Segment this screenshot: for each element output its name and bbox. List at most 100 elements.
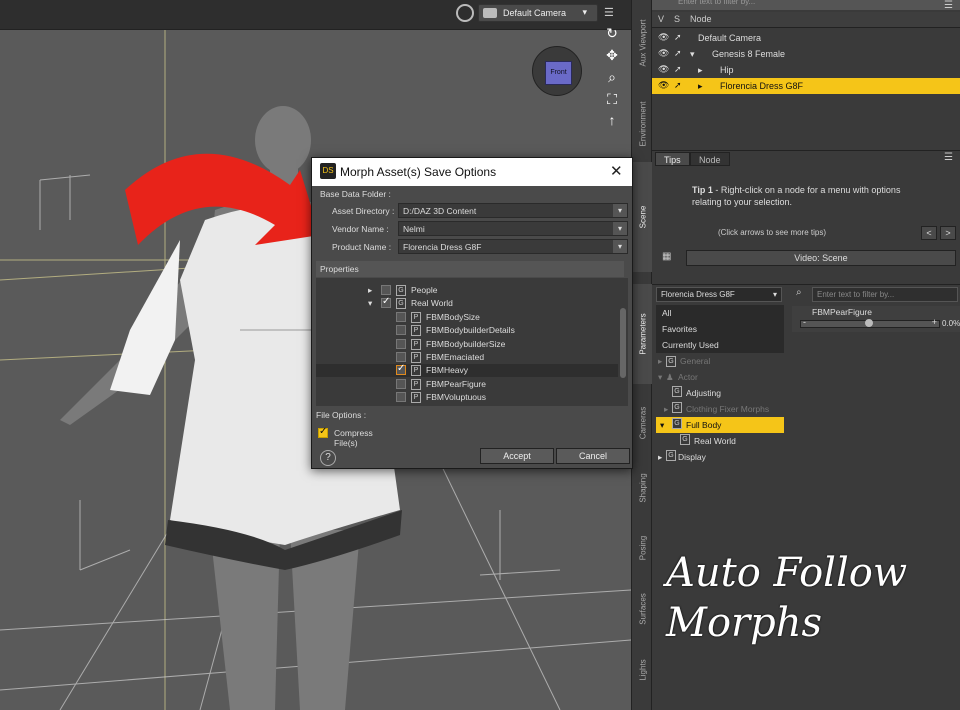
eye-icon[interactable]: 👁 — [658, 32, 669, 43]
compress-checkbox[interactable] — [318, 426, 328, 438]
eye-icon[interactable]: 👁 — [658, 48, 669, 59]
properties-tree[interactable]: ▸GPeople ▾GReal World PFBMBodySize PFBMB… — [316, 278, 628, 406]
node-select-value: Florencia Dress G8F — [661, 290, 735, 299]
frame-icon[interactable]: ⛶ — [603, 90, 621, 108]
accept-button[interactable]: Accept — [480, 448, 554, 464]
pointer-icon[interactable]: ➚ — [674, 80, 682, 91]
tab-aux-viewport[interactable]: Aux Viewport — [632, 0, 653, 85]
scene-node-row-selected[interactable]: 👁 ➚ ▸ Florencia Dress G8F — [652, 78, 960, 94]
checkbox[interactable] — [396, 325, 406, 335]
col-visible[interactable]: V — [658, 14, 664, 24]
view-cube-face[interactable]: Front — [545, 61, 572, 85]
checkbox-checked[interactable] — [381, 296, 391, 308]
tab-node[interactable]: Node — [690, 152, 730, 166]
tab-surfaces[interactable]: Surfaces — [632, 578, 653, 640]
list-item-general[interactable]: ▸ G General — [656, 353, 784, 369]
checkbox-checked[interactable] — [396, 363, 406, 375]
tab-scene[interactable]: Scene — [632, 162, 653, 272]
list-item-currently-used[interactable]: Currently Used — [656, 337, 784, 353]
eye-icon[interactable]: 👁 — [658, 80, 669, 91]
tree-row[interactable]: P FBMEmaciated — [316, 351, 620, 364]
tab-environment[interactable]: Environment — [632, 88, 653, 160]
expand-arrow-icon[interactable]: ▸ — [368, 285, 372, 296]
scene-node-row[interactable]: 👁 ➚ Default Camera — [652, 30, 960, 46]
tree-row[interactable]: ▾GReal World — [316, 296, 620, 310]
checkbox[interactable] — [396, 339, 406, 349]
checkbox[interactable] — [396, 379, 406, 389]
properties-scrollbar[interactable] — [618, 278, 628, 406]
tab-cameras[interactable]: Cameras — [632, 388, 653, 458]
chevron-down-icon: ▾ — [613, 204, 627, 217]
viewport-menu-icon[interactable]: ☰ — [604, 6, 614, 19]
expand-arrow-icon[interactable]: ▾ — [368, 298, 372, 309]
view-cube[interactable]: Front — [532, 46, 582, 96]
col-node[interactable]: Node — [690, 14, 712, 24]
node-select[interactable]: Florencia Dress G8F ▾ — [656, 287, 782, 302]
scene-node-row[interactable]: 👁 ➚ ▸ Hip — [652, 62, 960, 78]
tree-row[interactable]: P FBMBodybuilderDetails — [316, 324, 620, 337]
scene-menu-icon[interactable]: ☰ — [944, 0, 953, 11]
node-label: Default Camera — [698, 33, 762, 43]
cancel-button[interactable]: Cancel — [556, 448, 630, 464]
pointer-icon[interactable]: ➚ — [674, 64, 682, 75]
tree-row[interactable]: P FBMBodySize — [316, 311, 620, 324]
tips-menu-icon[interactable]: ☰ — [944, 152, 953, 163]
pointer-icon[interactable]: ➚ — [674, 32, 682, 43]
help-button[interactable]: ? — [320, 450, 336, 466]
parameter-filter-input[interactable]: Enter text to filter by... — [812, 287, 958, 302]
checkbox[interactable] — [396, 352, 406, 362]
checkbox[interactable] — [396, 312, 406, 322]
dialog-titlebar[interactable]: DS Morph Asset(s) Save Options ✕ — [312, 158, 632, 186]
product-name-select[interactable]: Florencia Dress G8F ▾ — [398, 239, 628, 254]
list-item-display[interactable]: ▸ G Display — [656, 449, 784, 465]
parameter-slider[interactable]: FBMPearFigure - + 0.0% — [792, 306, 960, 332]
pointer-icon[interactable]: ➚ — [674, 48, 682, 59]
plus-icon[interactable]: + — [932, 317, 937, 327]
reset-icon[interactable]: ↑ — [603, 111, 621, 129]
tree-row[interactable]: P FBMBodybuilderSize — [316, 338, 620, 351]
list-item-all[interactable]: All — [656, 305, 784, 321]
tree-row[interactable]: ▸ G People — [316, 284, 620, 297]
compress-label: Compress File(s) — [334, 428, 373, 448]
slider-track[interactable]: - + — [800, 317, 940, 328]
list-item-favorites[interactable]: Favorites — [656, 321, 784, 337]
scene-filter-input[interactable]: Enter text to filter by... — [672, 0, 922, 8]
video-scene-button[interactable]: Video: Scene — [686, 250, 956, 266]
list-item-full-body[interactable]: ▾ G Full Body — [656, 417, 784, 433]
list-item-adjusting[interactable]: G Adjusting — [656, 385, 784, 401]
next-tip-button[interactable]: > — [940, 226, 956, 240]
scrollbar-thumb[interactable] — [620, 308, 626, 378]
list-item-clothing-fixer[interactable]: ▸ G Clothing Fixer Morphs — [656, 401, 784, 417]
orbit-icon[interactable]: ↻ — [603, 24, 621, 42]
expand-arrow-icon[interactable]: ▸ — [698, 65, 703, 76]
tab-shaping[interactable]: Shaping — [632, 458, 653, 518]
zoom-icon[interactable]: ⌕ — [603, 68, 621, 86]
asset-directory-select[interactable]: D:/DAZ 3D Content ▾ — [398, 203, 628, 218]
prev-tip-button[interactable]: < — [921, 226, 937, 240]
tab-tips[interactable]: Tips — [655, 152, 690, 166]
expand-arrow-icon[interactable]: ▸ — [698, 81, 703, 92]
minus-icon[interactable]: - — [803, 317, 806, 327]
pan-icon[interactable]: ✥ — [603, 46, 621, 64]
properties-header: Properties — [316, 261, 624, 277]
checkbox[interactable] — [381, 285, 391, 295]
list-item-real-world[interactable]: G Real World — [656, 433, 784, 449]
tab-lights[interactable]: Lights — [632, 640, 653, 700]
tab-parameters[interactable]: Parameters — [632, 284, 653, 384]
scene-node-row[interactable]: 👁 ➚ ▾ Genesis 8 Female — [652, 46, 960, 62]
eye-icon[interactable]: 👁 — [658, 64, 669, 75]
tree-row[interactable]: P FBMVoluptuous — [316, 391, 620, 404]
checkbox[interactable] — [396, 392, 406, 402]
close-icon[interactable]: ✕ — [610, 162, 623, 180]
slider-thumb[interactable] — [865, 319, 873, 327]
camera-select[interactable]: Default Camera ▾ — [478, 4, 598, 22]
group-icon: G — [396, 298, 406, 309]
viewport-options-icon[interactable] — [456, 4, 474, 22]
vendor-name-select[interactable]: Nelmi ▾ — [398, 221, 628, 236]
tab-posing[interactable]: Posing — [632, 518, 653, 578]
list-item-actor[interactable]: ▾ ♟ Actor — [656, 369, 784, 385]
tree-row-highlighted[interactable]: PFBMHeavy — [316, 363, 620, 377]
col-selectable[interactable]: S — [674, 14, 680, 24]
tree-row[interactable]: P FBMPearFigure — [316, 378, 620, 391]
expand-arrow-icon[interactable]: ▾ — [690, 49, 695, 60]
